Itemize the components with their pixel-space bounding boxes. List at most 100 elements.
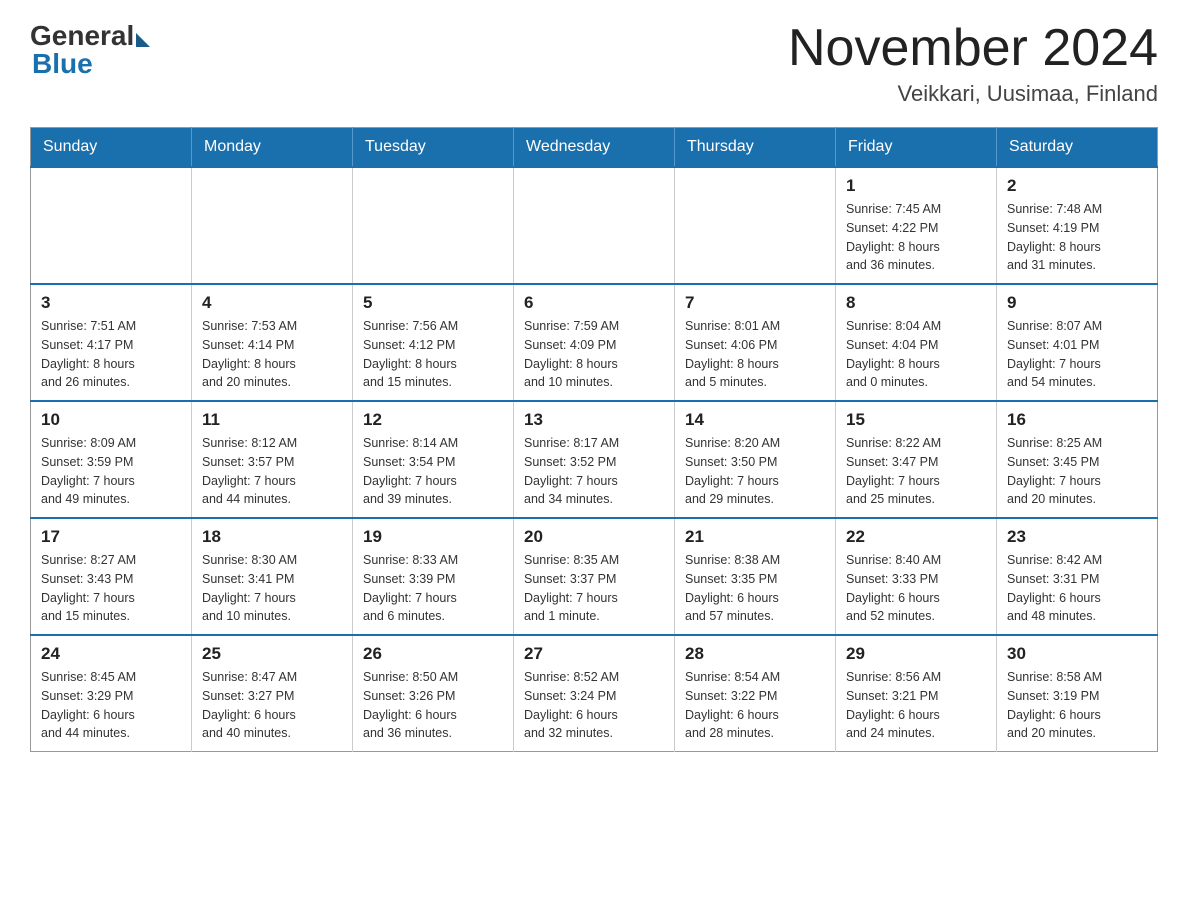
day-info: Sunrise: 7:48 AMSunset: 4:19 PMDaylight:… — [1007, 200, 1147, 275]
weekday-header-wednesday: Wednesday — [514, 128, 675, 168]
logo-arrow-icon — [136, 33, 150, 47]
day-number: 1 — [846, 176, 986, 196]
location-label: Veikkari, Uusimaa, Finland — [788, 81, 1158, 107]
calendar-cell: 29 Sunrise: 8:56 AMSunset: 3:21 PMDayligh… — [836, 635, 997, 752]
calendar-body: 1 Sunrise: 7:45 AMSunset: 4:22 PMDaylight… — [31, 167, 1158, 752]
calendar-week-row: 17Sunrise: 8:27 AMSunset: 3:43 PMDayligh… — [31, 518, 1158, 635]
day-info: Sunrise: 7:51 AMSunset: 4:17 PMDaylight:… — [41, 317, 181, 392]
weekday-header-monday: Monday — [192, 128, 353, 168]
calendar-cell: 11Sunrise: 8:12 AMSunset: 3:57 PMDayligh… — [192, 401, 353, 518]
calendar-cell: 23 Sunrise: 8:42 AMSunset: 3:31 PMDayligh… — [997, 518, 1158, 635]
calendar-cell: 25 Sunrise: 8:47 AMSunset: 3:27 PMDayligh… — [192, 635, 353, 752]
calendar-cell: 12 Sunrise: 8:14 AMSunset: 3:54 PMDayligh… — [353, 401, 514, 518]
calendar-cell: 5 Sunrise: 7:56 AMSunset: 4:12 PMDaylight… — [353, 284, 514, 401]
day-number: 22 — [846, 527, 986, 547]
calendar-cell: 30 Sunrise: 8:58 AMSunset: 3:19 PMDayligh… — [997, 635, 1158, 752]
day-number: 9 — [1007, 293, 1147, 313]
day-number: 11 — [202, 410, 342, 430]
day-number: 14 — [685, 410, 825, 430]
calendar-cell: 2 Sunrise: 7:48 AMSunset: 4:19 PMDaylight… — [997, 167, 1158, 284]
weekday-header-saturday: Saturday — [997, 128, 1158, 168]
day-info: Sunrise: 8:45 AMSunset: 3:29 PMDaylight:… — [41, 668, 181, 743]
calendar-cell: 8 Sunrise: 8:04 AMSunset: 4:04 PMDaylight… — [836, 284, 997, 401]
day-number: 30 — [1007, 644, 1147, 664]
calendar-cell: 18 Sunrise: 8:30 AMSunset: 3:41 PMDayligh… — [192, 518, 353, 635]
day-info: Sunrise: 8:40 AMSunset: 3:33 PMDaylight:… — [846, 551, 986, 626]
calendar-cell: 24 Sunrise: 8:45 AMSunset: 3:29 PMDayligh… — [31, 635, 192, 752]
calendar-table: SundayMondayTuesdayWednesdayThursdayFrid… — [30, 127, 1158, 752]
calendar-cell — [192, 167, 353, 284]
day-number: 24 — [41, 644, 181, 664]
page-header: General Blue November 2024 Veikkari, Uus… — [30, 20, 1158, 107]
day-number: 2 — [1007, 176, 1147, 196]
day-number: 12 — [363, 410, 503, 430]
calendar-cell: 20 Sunrise: 8:35 AMSunset: 3:37 PMDayligh… — [514, 518, 675, 635]
day-number: 13 — [524, 410, 664, 430]
day-info: Sunrise: 8:20 AMSunset: 3:50 PMDaylight:… — [685, 434, 825, 509]
day-number: 20 — [524, 527, 664, 547]
day-number: 26 — [363, 644, 503, 664]
day-info: Sunrise: 8:25 AMSunset: 3:45 PMDaylight:… — [1007, 434, 1147, 509]
day-info: Sunrise: 7:56 AMSunset: 4:12 PMDaylight:… — [363, 317, 503, 392]
day-info: Sunrise: 8:14 AMSunset: 3:54 PMDaylight:… — [363, 434, 503, 509]
day-number: 5 — [363, 293, 503, 313]
day-info: Sunrise: 7:53 AMSunset: 4:14 PMDaylight:… — [202, 317, 342, 392]
day-number: 18 — [202, 527, 342, 547]
calendar-cell: 16 Sunrise: 8:25 AMSunset: 3:45 PMDayligh… — [997, 401, 1158, 518]
day-info: Sunrise: 8:50 AMSunset: 3:26 PMDaylight:… — [363, 668, 503, 743]
calendar-cell: 4Sunrise: 7:53 AMSunset: 4:14 PMDaylight… — [192, 284, 353, 401]
day-info: Sunrise: 8:17 AMSunset: 3:52 PMDaylight:… — [524, 434, 664, 509]
calendar-cell: 21Sunrise: 8:38 AMSunset: 3:35 PMDayligh… — [675, 518, 836, 635]
day-info: Sunrise: 8:04 AMSunset: 4:04 PMDaylight:… — [846, 317, 986, 392]
day-number: 25 — [202, 644, 342, 664]
calendar-cell: 15 Sunrise: 8:22 AMSunset: 3:47 PMDayligh… — [836, 401, 997, 518]
day-info: Sunrise: 8:47 AMSunset: 3:27 PMDaylight:… — [202, 668, 342, 743]
calendar-cell — [353, 167, 514, 284]
day-info: Sunrise: 8:27 AMSunset: 3:43 PMDaylight:… — [41, 551, 181, 626]
day-number: 28 — [685, 644, 825, 664]
day-info: Sunrise: 8:56 AMSunset: 3:21 PMDaylight:… — [846, 668, 986, 743]
month-title: November 2024 — [788, 20, 1158, 77]
day-info: Sunrise: 8:09 AMSunset: 3:59 PMDaylight:… — [41, 434, 181, 509]
day-info: Sunrise: 8:33 AMSunset: 3:39 PMDaylight:… — [363, 551, 503, 626]
calendar-cell: 28Sunrise: 8:54 AMSunset: 3:22 PMDayligh… — [675, 635, 836, 752]
weekday-header-row: SundayMondayTuesdayWednesdayThursdayFrid… — [31, 128, 1158, 168]
calendar-cell: 13 Sunrise: 8:17 AMSunset: 3:52 PMDayligh… — [514, 401, 675, 518]
day-number: 3 — [41, 293, 181, 313]
title-section: November 2024 Veikkari, Uusimaa, Finland — [788, 20, 1158, 107]
day-info: Sunrise: 7:59 AMSunset: 4:09 PMDaylight:… — [524, 317, 664, 392]
day-info: Sunrise: 8:22 AMSunset: 3:47 PMDaylight:… — [846, 434, 986, 509]
day-number: 10 — [41, 410, 181, 430]
calendar-cell: 22 Sunrise: 8:40 AMSunset: 3:33 PMDayligh… — [836, 518, 997, 635]
day-number: 23 — [1007, 527, 1147, 547]
day-info: Sunrise: 8:58 AMSunset: 3:19 PMDaylight:… — [1007, 668, 1147, 743]
calendar-cell: 9 Sunrise: 8:07 AMSunset: 4:01 PMDaylight… — [997, 284, 1158, 401]
calendar-cell: 26 Sunrise: 8:50 AMSunset: 3:26 PMDayligh… — [353, 635, 514, 752]
day-number: 8 — [846, 293, 986, 313]
weekday-header-thursday: Thursday — [675, 128, 836, 168]
day-number: 15 — [846, 410, 986, 430]
day-info: Sunrise: 8:30 AMSunset: 3:41 PMDaylight:… — [202, 551, 342, 626]
calendar-cell: 19 Sunrise: 8:33 AMSunset: 3:39 PMDayligh… — [353, 518, 514, 635]
calendar-cell: 10 Sunrise: 8:09 AMSunset: 3:59 PMDayligh… — [31, 401, 192, 518]
day-number: 19 — [363, 527, 503, 547]
day-info: Sunrise: 8:38 AMSunset: 3:35 PMDaylight:… — [685, 551, 825, 626]
calendar-cell — [675, 167, 836, 284]
day-number: 16 — [1007, 410, 1147, 430]
calendar-cell — [31, 167, 192, 284]
day-info: Sunrise: 8:52 AMSunset: 3:24 PMDaylight:… — [524, 668, 664, 743]
day-info: Sunrise: 8:42 AMSunset: 3:31 PMDaylight:… — [1007, 551, 1147, 626]
calendar-cell: 1 Sunrise: 7:45 AMSunset: 4:22 PMDaylight… — [836, 167, 997, 284]
calendar-cell: 27 Sunrise: 8:52 AMSunset: 3:24 PMDayligh… — [514, 635, 675, 752]
logo: General Blue — [30, 20, 150, 80]
day-info: Sunrise: 8:35 AMSunset: 3:37 PMDaylight:… — [524, 551, 664, 626]
logo-blue-text: Blue — [32, 48, 93, 80]
weekday-header-sunday: Sunday — [31, 128, 192, 168]
day-info: Sunrise: 7:45 AMSunset: 4:22 PMDaylight:… — [846, 200, 986, 275]
day-number: 27 — [524, 644, 664, 664]
calendar-cell: 14 Sunrise: 8:20 AMSunset: 3:50 PMDayligh… — [675, 401, 836, 518]
calendar-cell: 3 Sunrise: 7:51 AMSunset: 4:17 PMDaylight… — [31, 284, 192, 401]
calendar-week-row: 1 Sunrise: 7:45 AMSunset: 4:22 PMDaylight… — [31, 167, 1158, 284]
day-info: Sunrise: 8:07 AMSunset: 4:01 PMDaylight:… — [1007, 317, 1147, 392]
day-number: 29 — [846, 644, 986, 664]
